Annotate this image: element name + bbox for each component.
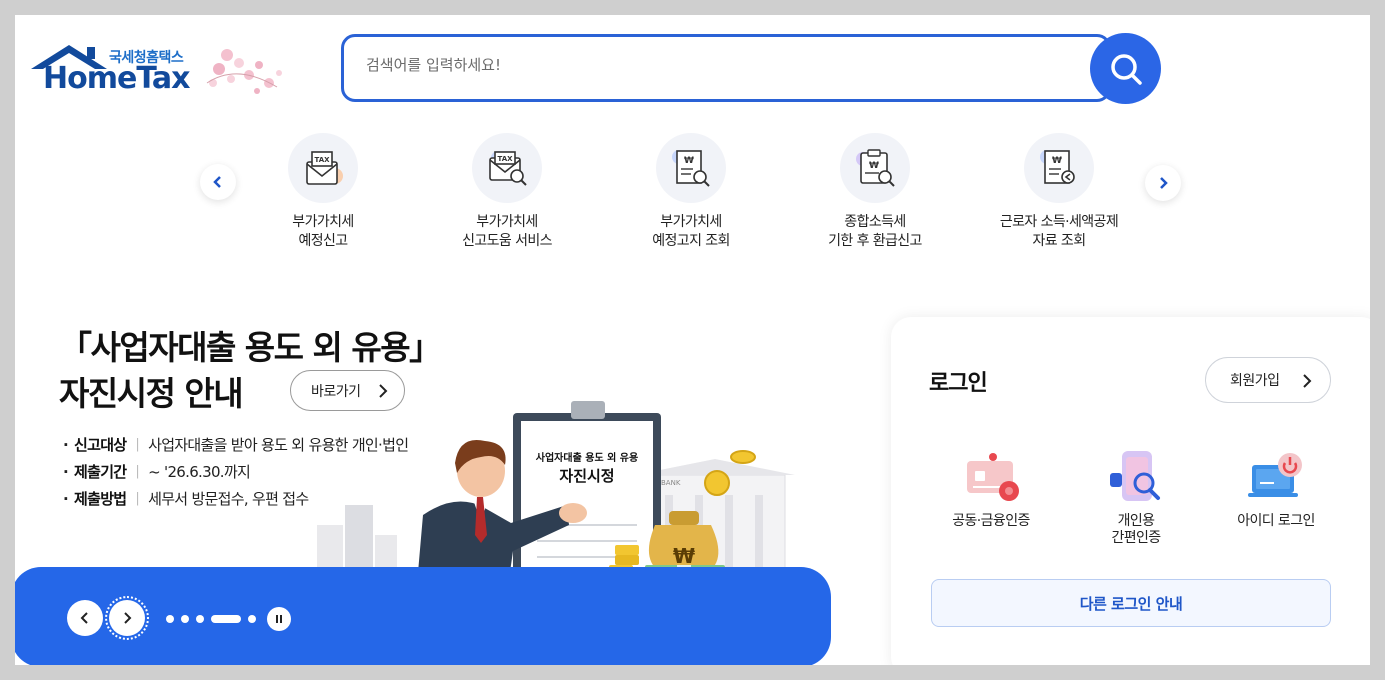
svg-text:₩: ₩ [684, 156, 694, 166]
info-key: 제출기간 [74, 463, 127, 481]
chevron-left-icon [80, 612, 88, 624]
join-button[interactable]: 회원가입 [1205, 357, 1331, 403]
login-option-simple-auth[interactable]: 개인용 간편인증 [1066, 445, 1206, 547]
quick-menu-item-vat-preliminary[interactable]: TAX 부가가치세 예정신고 [238, 133, 408, 251]
login-panel: 로그인 회원가입 공동·금융인증 개인용 간편인증 아이디 로그인 다른 로그인… [891, 317, 1370, 665]
clipboard-search-icon: ₩ [840, 133, 910, 203]
receipt-arrow-icon: ₩ [1024, 133, 1094, 203]
search-box [341, 34, 1111, 102]
login-option-label: 아이디 로그인 [1237, 513, 1315, 529]
slider-page-dot[interactable] [166, 615, 174, 623]
chevron-right-icon [124, 612, 132, 624]
simple-auth-phone-icon [1101, 445, 1171, 507]
slider-page-dot[interactable] [196, 615, 204, 623]
quick-menu-label: 근로자 소득·세액공제 자료 조회 [999, 214, 1119, 249]
slider-page-dot-active[interactable] [211, 615, 241, 623]
slider-page-dot[interactable] [248, 615, 256, 623]
chevron-right-icon [1303, 374, 1312, 388]
login-option-certificate[interactable]: 공동·금융인증 [921, 445, 1061, 530]
clipboard-text-2: 자진시정 [559, 467, 614, 485]
quick-menu-item-vat-notice[interactable]: ₩ 부가가치세 예정고지 조회 [606, 133, 776, 251]
svg-text:₩: ₩ [1052, 156, 1062, 166]
cherry-blossom-icon [206, 49, 282, 94]
quick-menu-item-vat-help[interactable]: TAX 부가가치세 신고도움 서비스 [422, 133, 592, 251]
quick-menu-label: 부가가치세 신고도움 서비스 [462, 214, 552, 249]
slider-prev-button[interactable] [67, 600, 103, 636]
svg-text:TAX: TAX [497, 155, 513, 163]
quick-menu-label: 부가가치세 예정고지 조회 [652, 214, 730, 249]
search-input[interactable] [366, 56, 1066, 74]
login-option-label: 공동·금융인증 [952, 513, 1030, 529]
svg-text:TAX: TAX [314, 156, 330, 164]
quick-menu-label: 부가가치세 예정신고 [292, 214, 354, 249]
chevron-left-icon [213, 176, 221, 188]
coin [730, 450, 756, 464]
quick-menu-prev-button[interactable] [200, 164, 236, 200]
other-login-guide-button[interactable]: 다른 로그인 안내 [931, 579, 1331, 627]
info-value: ~ '26.6.30.까지 [148, 463, 251, 481]
receipt-search-icon: ₩ [656, 133, 726, 203]
quick-menu-item-income-tax-refund[interactable]: ₩ 종합소득세 기한 후 환급신고 [790, 133, 960, 251]
pause-icon [276, 615, 282, 623]
tax-envelope-icon: TAX [288, 133, 358, 203]
won-symbol: ₩ [673, 544, 695, 568]
login-option-id-login[interactable]: 아이디 로그인 [1206, 445, 1346, 530]
info-key: 신고대상 [74, 436, 127, 454]
quick-menu-item-worker-deduction[interactable]: ₩ 근로자 소득·세액공제 자료 조회 [974, 133, 1144, 251]
id-login-laptop-icon [1241, 445, 1311, 507]
svg-text:₩: ₩ [869, 161, 879, 171]
slider-pause-button[interactable] [267, 607, 291, 631]
slider-page-dot[interactable] [181, 615, 189, 623]
hometax-logo[interactable]: 국세청홈택스 HomeTax [31, 43, 291, 103]
info-key: 제출방법 [74, 490, 127, 508]
clipboard-clip [571, 401, 605, 419]
bank-label: BANK [661, 479, 681, 487]
clipboard-text-1: 사업자대출 용도 외 유용 [536, 451, 638, 464]
slider-next-button[interactable] [105, 596, 149, 640]
man-hand [559, 503, 587, 523]
search-button[interactable] [1090, 33, 1161, 104]
coin [704, 470, 730, 496]
hometax-page: 국세청홈택스 HomeTax 검색어를 입력하세요! TAX 부가가치세 예정신… [15, 15, 1370, 665]
tax-search-icon: TAX [472, 133, 542, 203]
join-button-label: 회원가입 [1230, 373, 1280, 389]
quick-menu-label: 종합소득세 기한 후 환급신고 [828, 214, 922, 249]
info-value: 세무서 방문접수, 우편 접수 [148, 490, 309, 508]
search-icon [1110, 53, 1142, 85]
login-option-label: 개인용 간편인증 [1111, 513, 1161, 546]
chevron-right-icon [1160, 177, 1168, 189]
quick-menu-next-button[interactable] [1145, 165, 1181, 201]
logo-title: HomeTax [43, 61, 191, 96]
login-title: 로그인 [929, 371, 988, 396]
certificate-card-icon [956, 445, 1026, 507]
